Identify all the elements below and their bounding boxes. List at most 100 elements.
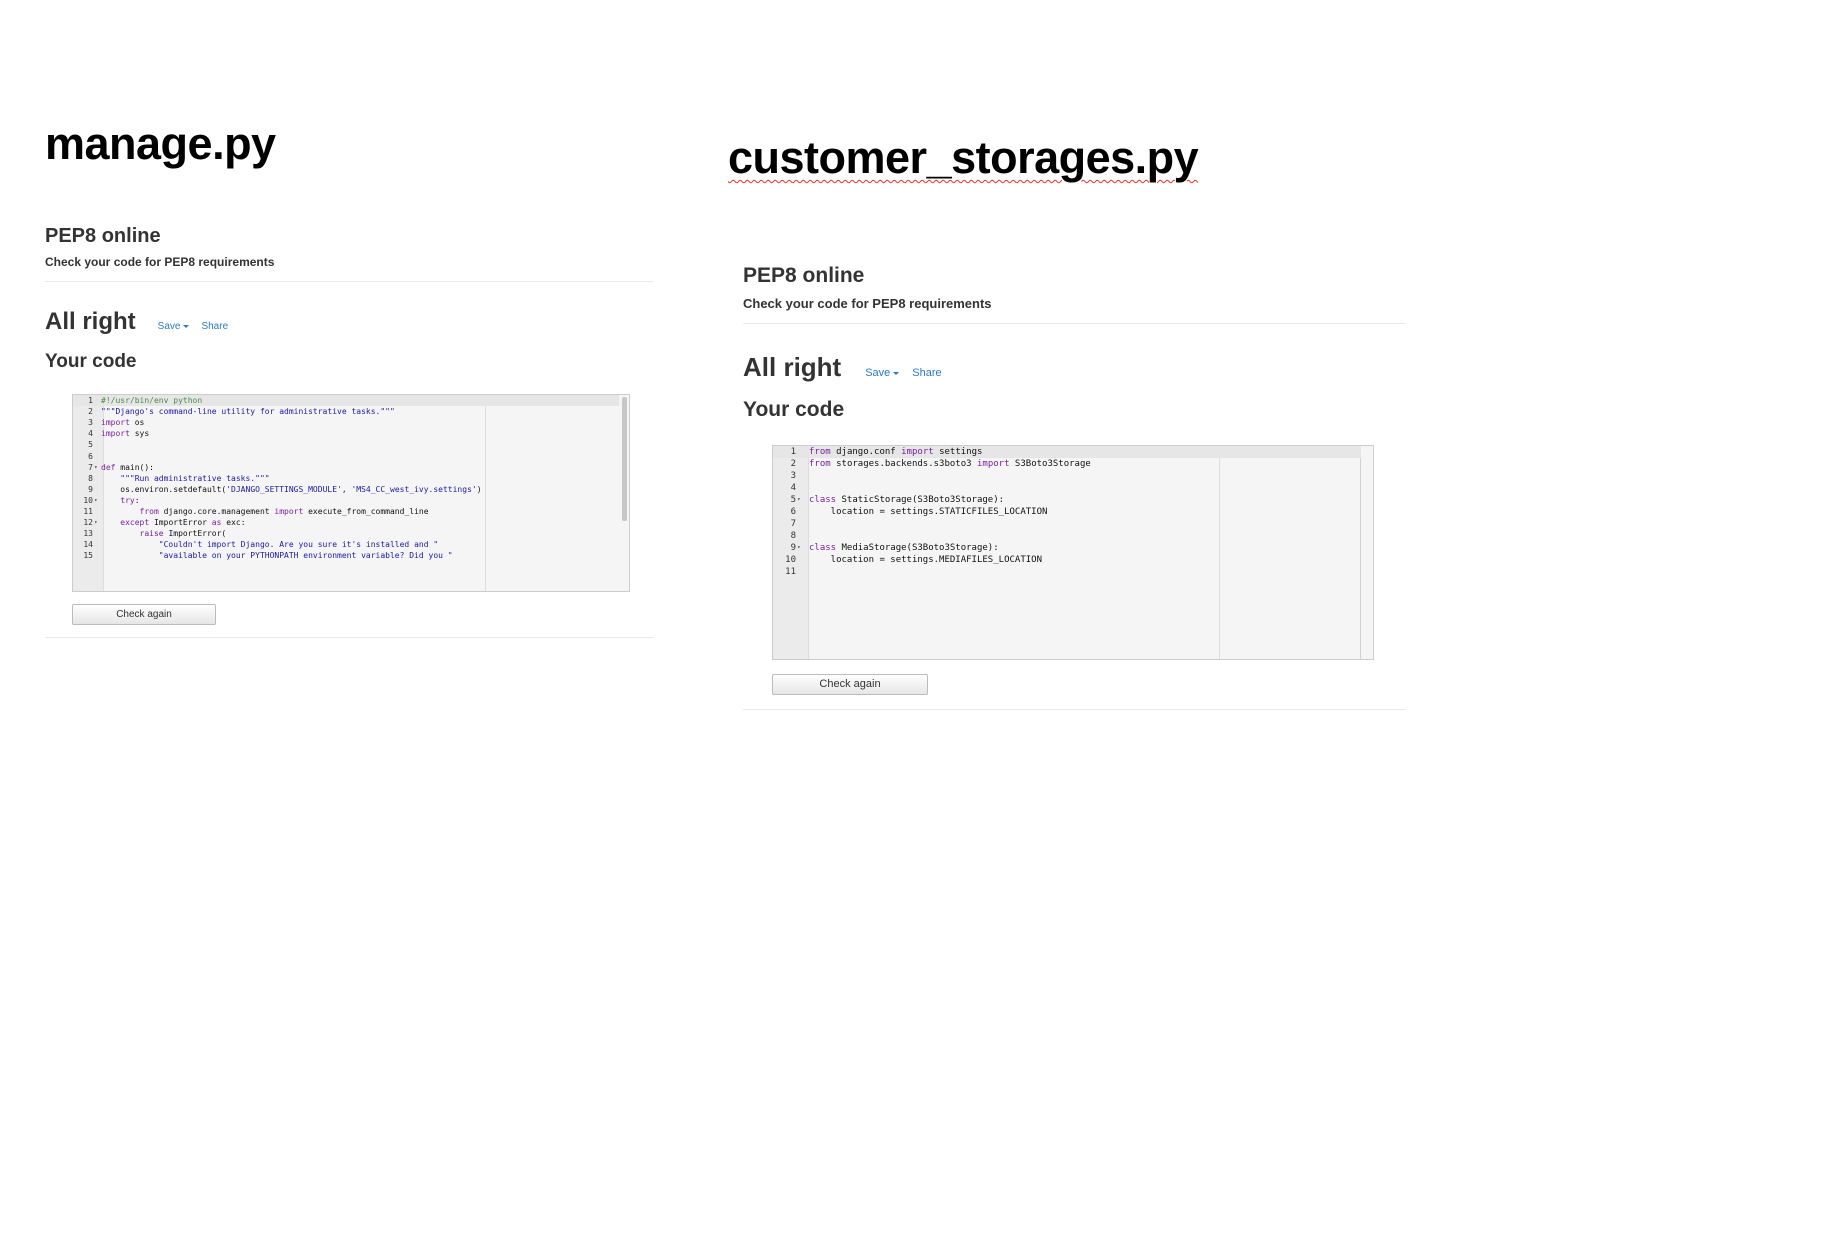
code-text: try: bbox=[101, 495, 139, 506]
code-token: "available on your PYTHONPATH environmen… bbox=[158, 551, 453, 561]
fold-toggle-icon[interactable]: ▾ bbox=[94, 517, 98, 528]
line-number: 9 bbox=[88, 484, 93, 494]
save-dropdown[interactable]: Save bbox=[158, 321, 190, 332]
code-line[interactable]: 8 bbox=[773, 530, 1373, 542]
code-token: os.environ.setdefault( bbox=[101, 484, 227, 494]
code-text: "available on your PYTHONPATH environmen… bbox=[101, 550, 453, 561]
line-number: 6 bbox=[88, 451, 93, 461]
code-line[interactable]: 13 raise ImportError( bbox=[73, 528, 629, 539]
code-line[interactable]: 5 bbox=[73, 439, 629, 450]
line-number: 4 bbox=[88, 429, 93, 439]
result-row: All right Save Share bbox=[743, 352, 942, 383]
code-editor[interactable]: 1 #!/usr/bin/env python 2 """Django's comma… bbox=[72, 394, 630, 592]
fold-toggle-icon[interactable]: ▾ bbox=[797, 542, 801, 554]
code-line[interactable]: 11 from django.core.management import ex… bbox=[73, 506, 629, 517]
code-token: location = settings.STATICFILES_LOCATION bbox=[809, 507, 1048, 517]
code-text: class MediaStorage(S3Boto3Storage): bbox=[809, 542, 999, 554]
share-link[interactable]: Share bbox=[912, 367, 941, 379]
code-text: from django.conf import settings bbox=[809, 446, 982, 458]
code-line[interactable]: 6 location = settings.STATICFILES_LOCATI… bbox=[773, 506, 1373, 518]
code-editor[interactable]: 1 from django.conf import settings 2 from s… bbox=[772, 445, 1374, 660]
doc-title-manage-py: manage.py bbox=[45, 118, 276, 169]
code-token: settings bbox=[933, 447, 983, 457]
code-token: 'DJANGO_SETTINGS_MODULE' bbox=[226, 484, 342, 494]
line-number: 13 bbox=[83, 529, 93, 539]
code-line[interactable]: 3 bbox=[773, 470, 1373, 482]
code-token: storages.backends.s3boto3 bbox=[830, 459, 977, 469]
doc-title-text: customer_storages.py bbox=[728, 132, 1199, 183]
code-line[interactable]: 10 location = settings.MEDIAFILES_LOCATI… bbox=[773, 554, 1373, 566]
code-text: import os bbox=[101, 417, 144, 428]
fold-toggle-icon[interactable]: ▾ bbox=[797, 494, 801, 506]
line-number: 7 bbox=[88, 462, 93, 472]
code-line[interactable]: 4 import sys bbox=[73, 428, 629, 439]
line-number: 2 bbox=[88, 407, 93, 417]
code-token: 'MS4_CC_west_ivy.settings' bbox=[351, 484, 477, 494]
code-line[interactable]: 7 ▾ def main(): bbox=[73, 462, 629, 473]
line-number: 3 bbox=[88, 418, 93, 428]
fold-toggle-icon[interactable]: ▾ bbox=[94, 462, 98, 473]
code-line[interactable]: 10 ▾ try: bbox=[73, 495, 629, 506]
code-text: raise ImportError( bbox=[101, 528, 227, 539]
code-line[interactable]: 15 "available on your PYTHONPATH environ… bbox=[73, 550, 629, 561]
code-line[interactable]: 7 bbox=[773, 518, 1373, 530]
fold-toggle-icon[interactable]: ▾ bbox=[94, 495, 98, 506]
code-token: main(): bbox=[115, 462, 154, 472]
code-token: as bbox=[211, 518, 222, 528]
code-token: def bbox=[101, 462, 116, 472]
divider bbox=[45, 637, 653, 638]
your-code-heading: Your code bbox=[743, 398, 845, 421]
code-token: """Run administrative tasks.""" bbox=[120, 473, 270, 483]
code-token: MediaStorage(S3Boto3Storage): bbox=[836, 543, 999, 553]
code-line[interactable]: 9 os.environ.setdefault('DJANGO_SETTINGS… bbox=[73, 484, 629, 495]
site-subtitle: Check your code for PEP8 requirements bbox=[743, 296, 992, 311]
code-line[interactable]: 8 """Run administrative tasks.""" bbox=[73, 473, 629, 484]
code-token: sys bbox=[129, 429, 150, 439]
line-number: 6 bbox=[790, 507, 796, 517]
chevron-down-icon bbox=[893, 371, 900, 375]
divider bbox=[45, 281, 653, 282]
code-line[interactable]: 14 "Couldn't import Django. Are you sure… bbox=[73, 539, 629, 550]
code-line[interactable]: 1 from django.conf import settings bbox=[773, 446, 1361, 458]
code-token: except bbox=[120, 518, 150, 528]
code-line[interactable]: 9 ▾ class MediaStorage(S3Boto3Storage): bbox=[773, 542, 1373, 554]
line-number: 7 bbox=[790, 519, 796, 529]
your-code-heading: Your code bbox=[45, 351, 137, 372]
line-number: 14 bbox=[83, 540, 93, 550]
code-line[interactable]: 11 bbox=[773, 566, 1373, 578]
save-dropdown[interactable]: Save bbox=[865, 367, 900, 379]
check-again-button[interactable]: Check again bbox=[72, 604, 216, 625]
line-number: 5 bbox=[88, 440, 93, 450]
check-again-button[interactable]: Check again bbox=[772, 674, 928, 695]
line-number: 15 bbox=[83, 551, 93, 561]
code-line[interactable]: 1 #!/usr/bin/env python bbox=[73, 395, 619, 407]
code-token: import bbox=[901, 447, 934, 457]
line-number: 11 bbox=[785, 567, 796, 577]
code-line[interactable]: 2 """Django's command-line utility for ad… bbox=[73, 406, 629, 417]
code-line[interactable]: 2 from storages.backends.s3boto3 import S… bbox=[773, 458, 1373, 470]
code-token: StaticStorage(S3Boto3Storage): bbox=[836, 495, 1005, 505]
code-line[interactable]: 6 bbox=[73, 451, 629, 462]
line-number: 10 bbox=[83, 495, 93, 505]
code-token: import bbox=[274, 507, 304, 516]
share-link[interactable]: Share bbox=[201, 321, 228, 332]
code-line[interactable]: 4 bbox=[773, 482, 1373, 494]
code-line[interactable]: 5 ▾ class StaticStorage(S3Boto3Storage): bbox=[773, 494, 1373, 506]
code-line[interactable]: 3 import os bbox=[73, 417, 629, 428]
code-token: #!/usr/bin/env python bbox=[101, 396, 203, 405]
doc-title-customer-storages-py: customer_storages.py bbox=[728, 132, 1199, 184]
line-number: 5 bbox=[790, 495, 796, 505]
code-token: exc: bbox=[221, 518, 246, 528]
code-token: try bbox=[120, 495, 135, 505]
line-number: 1 bbox=[88, 396, 93, 405]
code-token: class bbox=[809, 543, 837, 553]
line-number: 3 bbox=[790, 471, 796, 481]
site-title: PEP8 online bbox=[743, 264, 865, 287]
code-text: os.environ.setdefault('DJANGO_SETTINGS_M… bbox=[101, 484, 481, 495]
code-line[interactable]: 12 ▾ except ImportError as exc: bbox=[73, 517, 629, 528]
code-text: from django.core.management import execu… bbox=[101, 506, 429, 517]
